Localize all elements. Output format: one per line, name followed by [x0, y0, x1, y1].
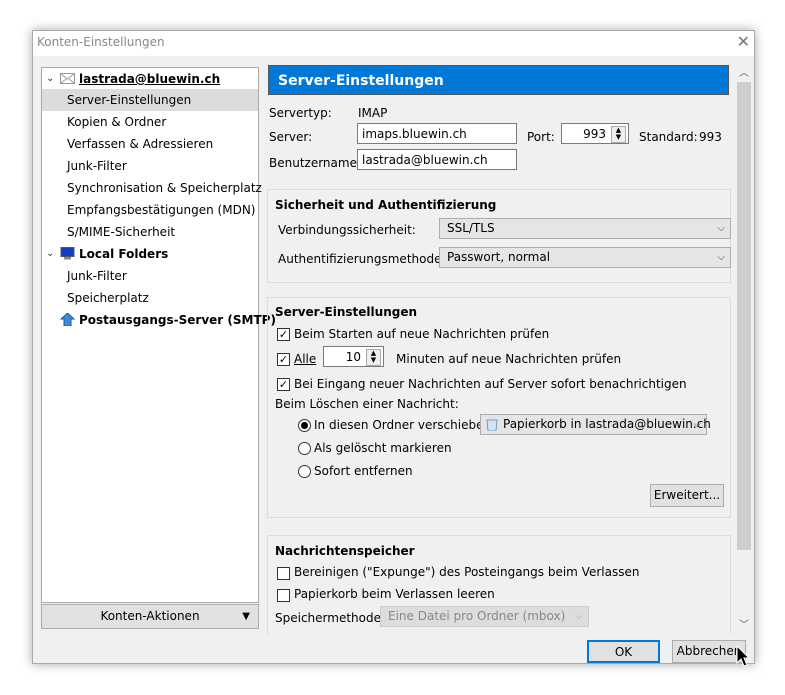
remove-label[interactable]: Sofort entfernen — [314, 464, 413, 478]
username-label: Benutzername: — [269, 156, 362, 170]
title-bar: Konten-Einstellungen ✕ — [33, 31, 754, 56]
trash-folder-select[interactable]: Papierkorb in lastrada@bluewin.ch ⌵ — [480, 414, 711, 435]
chevron-down-icon: ⌵ — [717, 223, 725, 234]
tree-item-receipts[interactable]: Empfangsbestätigungen (MDN) — [42, 199, 258, 221]
server-settings-group: Server-Einstellungen ✓ Beim Starten auf … — [267, 297, 731, 518]
tree-item-composition[interactable]: Verfassen & Adressieren — [42, 133, 258, 155]
tree-item-smime[interactable]: S/MIME-Sicherheit — [42, 221, 258, 243]
auth-method-label: Authentifizierungsmethode: — [278, 252, 446, 266]
delete-label: Beim Löschen einer Nachricht: — [275, 397, 459, 411]
minutes-suffix: Minuten auf neue Nachrichten prüfen — [396, 352, 622, 366]
trash-icon — [486, 419, 498, 431]
server-label: Server: — [269, 130, 313, 144]
empty-trash-checkbox[interactable] — [277, 589, 290, 602]
chevron-down-icon: ⌵ — [717, 252, 725, 263]
expunge-checkbox[interactable] — [277, 567, 290, 580]
minutes-input[interactable]: 10 ▲ ▼ — [323, 346, 384, 367]
idle-checkbox[interactable]: ✓ — [277, 378, 290, 391]
account-tree: ⌄ lastrada@bluewin.ch Server-Einstellung… — [41, 67, 276, 603]
chevron-down-icon[interactable]: ⌄ — [46, 243, 54, 265]
tree-item-smtp[interactable]: Postausgangs-Server (SMTP) — [42, 309, 276, 331]
outgoing-server-icon — [60, 313, 75, 326]
mark-deleted-label[interactable]: Als gelöscht markieren — [314, 441, 452, 455]
settings-panel: Server-Einstellungen Servertyp: IMAP Ser… — [267, 64, 733, 634]
close-icon[interactable]: ✕ — [737, 32, 750, 51]
minutes-spinner[interactable]: ▲ ▼ — [366, 349, 381, 366]
port-spinner[interactable]: ▲ ▼ — [611, 126, 626, 143]
move-label[interactable]: In diesen Ordner verschieben: — [314, 418, 495, 432]
username-input[interactable]: lastrada@bluewin.ch — [357, 149, 517, 170]
tree-item-junk-filter[interactable]: Junk-Filter — [42, 155, 258, 177]
tree-item-local-junk-filter[interactable]: Junk-Filter — [42, 265, 258, 287]
chevron-down-icon: ⌵ — [693, 419, 701, 430]
port-label: Port: — [527, 130, 555, 144]
window-title: Konten-Einstellungen — [37, 35, 165, 49]
tree-item-copies-folders[interactable]: Kopien & Ordner — [42, 111, 258, 133]
storage-group: Nachrichtenspeicher Bereinigen ("Expunge… — [267, 535, 731, 634]
chevron-down-icon: ▼ — [242, 611, 250, 622]
computer-icon — [60, 247, 75, 260]
connection-security-select[interactable]: SSL/TLS ⌵ — [439, 218, 731, 239]
tree-item-local-storage[interactable]: Speicherplatz — [42, 287, 258, 309]
scrollbar[interactable]: ︿ ﹀ — [735, 64, 752, 634]
auth-method-select[interactable]: Passwort, normal ⌵ — [439, 247, 731, 268]
connection-security-label: Verbindungssicherheit: — [278, 223, 416, 237]
tree-item-sync-storage[interactable]: Synchronisation & Speicherplatz — [42, 177, 262, 199]
scrollbar-thumb[interactable] — [737, 82, 751, 550]
check-startup-checkbox[interactable]: ✓ — [277, 328, 290, 341]
servertyp-value: IMAP — [358, 106, 388, 120]
security-group: Sicherheit und Authentifizierung Verbind… — [267, 189, 731, 283]
check-every-label[interactable]: Alle — [294, 352, 316, 366]
port-input[interactable]: 993 ▲ ▼ — [561, 123, 629, 144]
storage-method-select: Eine Datei pro Ordner (mbox) ⌵ — [380, 606, 589, 627]
server-settings-title: Server-Einstellungen — [275, 305, 418, 319]
check-every-checkbox[interactable]: ✓ — [277, 353, 290, 366]
tree-item-server-settings[interactable]: Server-Einstellungen — [42, 89, 258, 111]
check-startup-label[interactable]: Beim Starten auf neue Nachrichten prüfen — [294, 327, 549, 341]
server-input[interactable]: imaps.bluewin.ch — [357, 123, 517, 144]
ok-button[interactable]: OK — [587, 640, 660, 663]
tree-account-local-folders[interactable]: ⌄ Local Folders — [42, 243, 258, 265]
storage-method-label: Speichermethode: — [275, 611, 386, 625]
remove-radio[interactable] — [298, 465, 311, 478]
standard-port: 993 — [699, 130, 722, 144]
storage-title: Nachrichtenspeicher — [275, 544, 415, 558]
idle-label[interactable]: Bei Eingang neuer Nachrichten auf Server… — [294, 377, 687, 391]
move-radio[interactable] — [298, 419, 311, 432]
tree-account-lastrada[interactable]: ⌄ lastrada@bluewin.ch — [42, 68, 258, 90]
cancel-button[interactable]: Abbrechen — [672, 640, 746, 663]
security-title: Sicherheit und Authentifizierung — [275, 198, 497, 212]
servertyp-label: Servertyp: — [269, 106, 332, 120]
page-title: Server-Einstellungen — [268, 65, 729, 95]
mark-deleted-radio[interactable] — [298, 442, 311, 455]
empty-trash-label[interactable]: Papierkorb beim Verlassen leeren — [294, 587, 495, 601]
scroll-up-icon[interactable]: ︿ — [739, 64, 749, 79]
advanced-button[interactable]: Erweitert... — [650, 484, 724, 507]
expunge-label[interactable]: Bereinigen ("Expunge") des Posteingangs … — [294, 565, 639, 579]
mouse-cursor-icon — [736, 645, 750, 667]
standard-label: Standard: — [639, 130, 698, 144]
envelope-icon — [60, 73, 75, 84]
account-settings-dialog: Konten-Einstellungen ✕ ⌄ lastrada@bluewi… — [32, 30, 755, 664]
scroll-down-icon[interactable]: ﹀ — [739, 616, 749, 631]
account-actions-button[interactable]: Konten-Aktionen ▼ — [41, 604, 259, 629]
chevron-down-icon[interactable]: ⌄ — [46, 68, 54, 90]
